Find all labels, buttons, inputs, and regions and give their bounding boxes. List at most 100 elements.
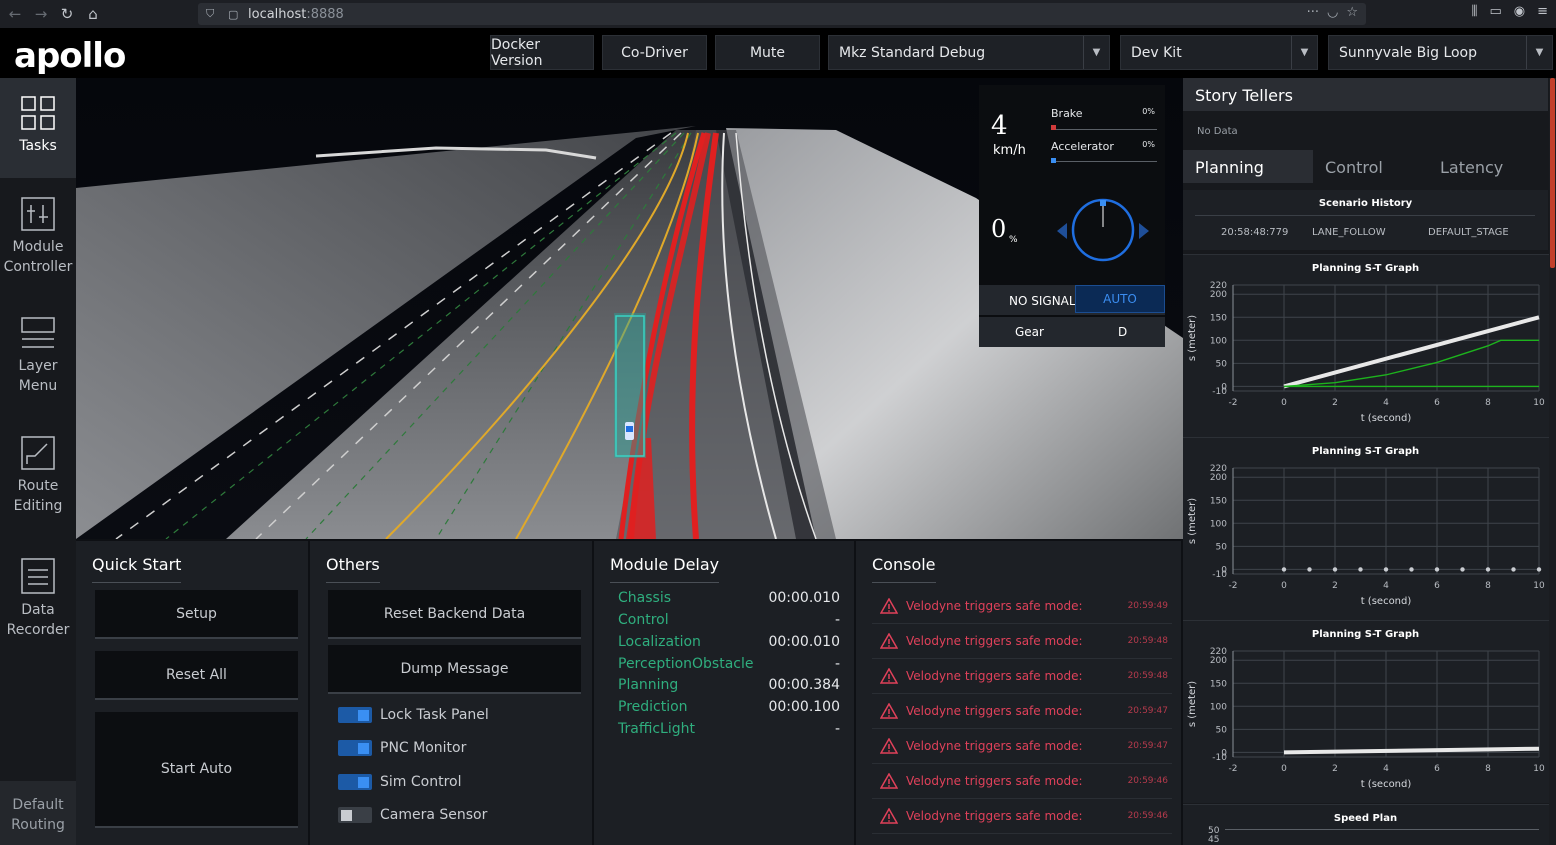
sidebar-item-label: Route Editing <box>13 478 63 514</box>
chevron-down-icon: ▼ <box>1083 36 1109 69</box>
chart-plot: -2 0 2 4 6 8 10220200150100500-10t (second)s (… <box>1187 281 1545 424</box>
y-axis-label: s (meter) <box>1187 315 1198 361</box>
mute-button[interactable]: Mute <box>715 35 820 70</box>
speed-plan-chart: Speed Plan 50 45 <box>1183 804 1556 845</box>
console-log-row: Velodyne triggers safe mode: 20:59:47 <box>872 729 1172 764</box>
warning-icon <box>880 598 898 614</box>
module-delay-row: Chassis 00:00.010 <box>618 590 840 611</box>
x-tick-label: 10 <box>1533 581 1545 591</box>
sidebar-item-label: Data Recorder <box>6 602 70 638</box>
scenario-name: LANE_FOLLOW <box>1312 227 1386 238</box>
data-point <box>1383 567 1389 572</box>
module-name: Localization <box>618 634 701 650</box>
camera-sensor-toggle[interactable] <box>338 807 372 823</box>
x-axis-label: t (second) <box>1361 413 1412 424</box>
console-timestamp: 20:59:46 <box>1127 776 1168 786</box>
menu-icon[interactable]: ≡ <box>1537 4 1548 19</box>
camera-sensor-toggle-row[interactable]: Camera Sensor <box>338 805 487 825</box>
module-delay-row: Planning 00:00.384 <box>618 677 840 698</box>
lock-task-panel-toggle-row[interactable]: Lock Task Panel <box>338 705 489 725</box>
y-tick-label: 200 <box>1210 290 1227 300</box>
page-icon: ▢ <box>228 7 239 21</box>
throttle-unit: % <box>1009 235 1018 245</box>
y-axis-label: s (meter) <box>1187 681 1198 727</box>
vehicle-select[interactable]: Dev Kit ▼ <box>1120 35 1318 70</box>
module-delay-row: TrafficLight - <box>618 721 840 742</box>
more-icon[interactable]: ··· <box>1307 5 1319 20</box>
tab-planning[interactable]: Planning <box>1183 150 1313 183</box>
chevron-down-icon: ▼ <box>1526 36 1552 69</box>
data-point <box>1511 567 1516 572</box>
tab-latency[interactable]: Latency <box>1430 150 1548 183</box>
story-tellers-title: Story Tellers <box>1183 78 1548 111</box>
series-line <box>1283 315 1540 389</box>
data-point <box>1485 567 1491 572</box>
sidebar-icon[interactable]: ▭ <box>1489 4 1501 19</box>
pnc-monitor-panel: Story Tellers No Data Planning Control L… <box>1183 78 1556 845</box>
pnc-monitor-toggle-row[interactable]: PNC Monitor <box>338 738 466 758</box>
setup-button[interactable]: Setup <box>95 590 298 639</box>
pnc-monitor-toggle[interactable] <box>338 740 372 756</box>
sidebar-item-tasks[interactable]: Tasks <box>0 78 76 178</box>
data-point <box>1460 567 1465 572</box>
sim-control-toggle-row[interactable]: Sim Control <box>338 772 461 792</box>
console-timestamp: 20:59:48 <box>1127 671 1168 681</box>
throttle-value: 0 <box>991 215 1007 243</box>
account-icon[interactable]: ◉ <box>1514 4 1525 19</box>
sim-control-toggle[interactable] <box>338 774 372 790</box>
back-icon[interactable]: ← <box>4 3 26 25</box>
dump-message-button[interactable]: Dump Message <box>328 645 581 694</box>
panel-title: Others <box>326 555 380 583</box>
library-icon[interactable]: ⫼ <box>1471 4 1477 19</box>
sidebar-item-module-controller[interactable]: Module Controller <box>0 179 76 299</box>
home-icon[interactable]: ⌂ <box>82 3 104 25</box>
x-tick-label: 10 <box>1533 398 1545 408</box>
scenario-stage: DEFAULT_STAGE <box>1428 227 1509 238</box>
sidebar-item-layer-menu[interactable]: Layer Menu <box>0 298 76 418</box>
x-tick-label: 6 <box>1434 398 1440 408</box>
reload-icon[interactable]: ↻ <box>56 3 78 25</box>
vehicle-dashboard: 4 km/h Brake 0% Accelerator 0% 0 % NO SI… <box>979 85 1165 347</box>
panel-title: Console <box>872 555 936 583</box>
forward-icon[interactable]: → <box>30 3 52 25</box>
x-tick-label: -2 <box>1229 398 1238 408</box>
console-log-row: Velodyne triggers safe mode: 20:59:48 <box>872 659 1172 694</box>
module-delay-value: 00:00.010 <box>768 634 840 650</box>
pocket-icon[interactable]: ◡ <box>1327 5 1338 20</box>
default-routing-button[interactable]: Default Routing <box>0 781 76 845</box>
toggle-label: Lock Task Panel <box>380 707 489 723</box>
module-delay-value: 00:00.100 <box>768 699 840 715</box>
lock-task-panel-toggle[interactable] <box>338 707 372 723</box>
x-tick-label: 6 <box>1434 581 1440 591</box>
planning-st-graph: Planning S-T Graph -2 0 2 4 6 8 10 220 200 150 100 5… <box>1183 620 1556 803</box>
y-tick-label: 150 <box>1210 496 1227 506</box>
x-tick-label: 2 <box>1332 398 1338 408</box>
scenario-history-title: Scenario History <box>1318 198 1413 209</box>
module-delay-row: Prediction 00:00.100 <box>618 699 840 720</box>
console-timestamp: 20:59:47 <box>1127 706 1168 716</box>
sidebar-item-label: Tasks <box>19 138 57 154</box>
panel-scrollbar-thumb[interactable] <box>1550 78 1555 268</box>
y-tick-label: 50 <box>1216 725 1228 735</box>
sidebar-item-route-editing[interactable]: Route Editing <box>0 418 76 538</box>
y-tick-label: 200 <box>1210 656 1227 666</box>
co-driver-button[interactable]: Co-Driver <box>602 35 707 70</box>
docker-version-button[interactable]: Docker Version <box>490 35 594 70</box>
x-tick-label: 0 <box>1281 764 1287 774</box>
story-tellers-empty: No Data <box>1197 126 1238 137</box>
reset-backend-data-button[interactable]: Reset Backend Data <box>328 590 581 639</box>
map-select[interactable]: Sunnyvale Big Loop ▼ <box>1328 35 1553 70</box>
reset-all-button[interactable]: Reset All <box>95 651 298 700</box>
x-axis-label: t (second) <box>1361 596 1412 607</box>
module-delay-row: Control - <box>618 612 840 633</box>
data-point <box>1409 567 1414 572</box>
start-auto-button[interactable]: Start Auto <box>95 712 298 828</box>
url-bar[interactable]: ⛉ ▢ localhost:8888 ··· ◡ ☆ <box>198 3 1366 25</box>
x-tick-label: 0 <box>1281 581 1287 591</box>
tab-control[interactable]: Control <box>1313 150 1430 183</box>
speed-value: 4 <box>991 111 1008 141</box>
bookmark-star-icon[interactable]: ☆ <box>1346 5 1358 20</box>
planning-st-graph: Planning S-T Graph -2 0 2 4 6 8 10 220 200 150 100 5… <box>1183 437 1556 620</box>
mode-select[interactable]: Mkz Standard Debug ▼ <box>828 35 1110 70</box>
sidebar-item-data-recorder[interactable]: Data Recorder <box>0 538 76 658</box>
